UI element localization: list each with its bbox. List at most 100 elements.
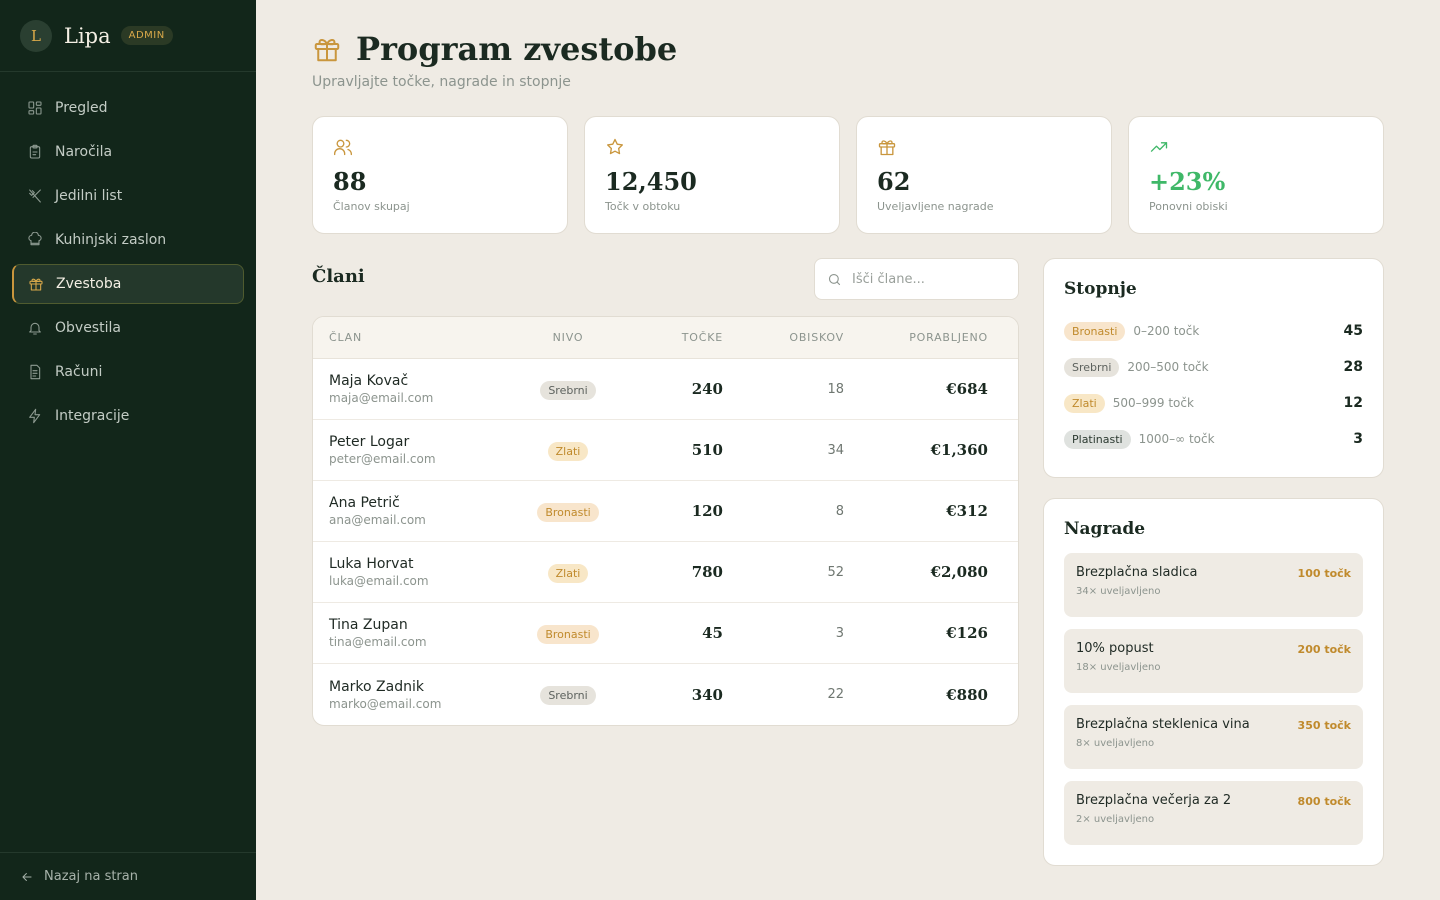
- members-table: ČLAN NIVO TOČKE OBISKOV PORABLJENO Maja …: [312, 316, 1019, 726]
- tier-badge: Srebrni: [1064, 357, 1120, 377]
- tier-row[interactable]: Platinasti 1000–∞ točk 3: [1064, 421, 1363, 457]
- column-header-spent[interactable]: PORABLJENO: [844, 331, 1004, 344]
- sidebar-item-obvestila[interactable]: Obvestila: [12, 308, 244, 348]
- tier-badge: Zlati: [1064, 393, 1105, 413]
- reward-redeemed-count: 34× uveljavljeno: [1076, 586, 1161, 597]
- stat-value: 12,450: [605, 167, 697, 196]
- table-row[interactable]: Maja Kovač maja@email.com Srebrni 240 18 …: [313, 359, 1018, 420]
- member-spent: €2,080: [930, 563, 988, 581]
- member-email: tina@email.com: [329, 635, 427, 649]
- member-points: 120: [691, 502, 723, 520]
- member-spent: €126: [946, 624, 988, 642]
- table-row[interactable]: Tina Zupan tina@email.com Bronasti 45 3 €…: [313, 603, 1018, 664]
- tier-badge: Platinasti: [1064, 429, 1131, 449]
- arrow-left-icon: [22, 872, 32, 881]
- reward-points: 100 točk: [1297, 567, 1351, 580]
- tier-badge: Zlati: [547, 563, 589, 583]
- stat-card-return-visits: +23% Ponovni obiski: [1128, 116, 1384, 234]
- stat-label: Točk v obtoku: [605, 200, 681, 213]
- sidebar-item-pregled[interactable]: Pregled: [12, 88, 244, 128]
- back-to-site-link[interactable]: Nazaj na stran: [0, 852, 256, 900]
- member-visits: 3: [835, 625, 844, 641]
- stats-row: 88 Članov skupaj 12,450 Točk v obtoku 62…: [312, 116, 1384, 234]
- member-visits: 18: [827, 381, 844, 397]
- stat-value: 88: [333, 167, 367, 196]
- chef-hat-icon: [28, 232, 42, 246]
- member-name: Tina Zupan: [329, 617, 408, 633]
- member-spent: €312: [946, 502, 988, 520]
- sidebar-nav: Pregled Naročila Jedilni list Kuhinjski …: [0, 72, 256, 456]
- sidebar-item-label: Jedilni list: [55, 188, 123, 204]
- member-email: ana@email.com: [329, 513, 426, 527]
- reward-item[interactable]: Brezplačna sladica 34× uveljavljeno 100 …: [1064, 553, 1363, 617]
- tier-badge: Srebrni: [540, 686, 596, 705]
- member-email: peter@email.com: [329, 452, 436, 466]
- stat-card-rewards: 62 Uveljavljene nagrade: [856, 116, 1112, 234]
- tiers-card: Stopnje Bronasti 0–200 točk 45 Srebrni 2…: [1043, 258, 1384, 478]
- member-spent: €1,360: [930, 441, 988, 459]
- member-points: 45: [702, 624, 723, 642]
- stat-card-members: 88 Članov skupaj: [312, 116, 568, 234]
- column-header-member[interactable]: ČLAN: [313, 331, 493, 344]
- tier-count: 45: [1343, 323, 1363, 339]
- column-header-tier[interactable]: NIVO: [493, 331, 643, 344]
- brand[interactable]: L Lipa ADMIN: [0, 0, 256, 72]
- tier-badge: Bronasti: [1064, 321, 1126, 341]
- member-email: maja@email.com: [329, 391, 434, 405]
- member-email: marko@email.com: [329, 696, 442, 711]
- grid-icon: [28, 101, 42, 115]
- column-header-visits[interactable]: OBISKOV: [723, 331, 844, 344]
- sidebar-item-label: Integracije: [55, 408, 130, 424]
- stat-value: +23%: [1149, 167, 1226, 196]
- admin-badge: ADMIN: [120, 26, 173, 45]
- table-row[interactable]: Luka Horvat luka@email.com Zlati 780 52 €…: [313, 542, 1018, 603]
- sidebar-item-label: Zvestoba: [56, 276, 122, 292]
- member-email: luka@email.com: [329, 574, 429, 588]
- reward-redeemed-count: 8× uveljavljeno: [1076, 738, 1155, 749]
- reward-redeemed-count: 2× uveljavljeno: [1076, 814, 1155, 825]
- tier-row[interactable]: Zlati 500–999 točk 12: [1064, 385, 1363, 421]
- tier-row[interactable]: Srebrni 200–500 točk 28: [1064, 349, 1363, 385]
- sidebar-item-integracije[interactable]: Integracije: [12, 396, 244, 436]
- stat-label: Ponovni obiski: [1149, 200, 1228, 213]
- table-row[interactable]: Marko Zadnik marko@email.com Srebrni 340 …: [313, 664, 1018, 725]
- bell-icon: [29, 322, 41, 335]
- member-points: 340: [691, 685, 723, 704]
- stat-label: Uveljavljene nagrade: [877, 200, 994, 213]
- gift-icon: [314, 39, 340, 62]
- table-header: ČLAN NIVO TOČKE OBISKOV PORABLJENO: [313, 317, 1018, 359]
- sidebar-item-kuhinjski-zaslon[interactable]: Kuhinjski zaslon: [12, 220, 244, 260]
- member-spent: €684: [946, 380, 988, 398]
- member-name: Ana Petrič: [329, 495, 400, 511]
- members-title: Člani: [312, 266, 365, 287]
- tier-row[interactable]: Bronasti 0–200 točk 45: [1064, 313, 1363, 349]
- member-search[interactable]: [814, 258, 1019, 300]
- sidebar-item-label: Obvestila: [55, 320, 121, 336]
- tier-count: 3: [1353, 431, 1363, 447]
- search-input[interactable]: [852, 271, 1002, 287]
- receipt-icon: [30, 364, 41, 380]
- sidebar-item-racuni[interactable]: Računi: [12, 352, 244, 392]
- rewards-card: Nagrade Brezplačna sladica 34× uveljavlj…: [1043, 498, 1384, 866]
- stat-card-points: 12,450 Točk v obtoku: [584, 116, 840, 234]
- reward-item[interactable]: 10% popust 18× uveljavljeno 200 točk: [1064, 629, 1363, 693]
- member-points: 510: [691, 441, 723, 459]
- stat-label: Članov skupaj: [333, 200, 410, 213]
- reward-points: 200 točk: [1297, 643, 1351, 656]
- member-spent: €880: [946, 685, 988, 704]
- sidebar-item-zvestoba[interactable]: Zvestoba: [12, 264, 244, 304]
- clipboard-icon: [29, 144, 41, 159]
- reward-item[interactable]: Brezplačna steklenica vina 8× uveljavlje…: [1064, 705, 1363, 769]
- brand-name: Lipa: [64, 23, 111, 48]
- column-header-points[interactable]: TOČKE: [643, 331, 723, 344]
- table-row[interactable]: Ana Petrič ana@email.com Bronasti 120 8 €…: [313, 481, 1018, 542]
- table-row[interactable]: Peter Logar peter@email.com Zlati 510 34 …: [313, 420, 1018, 481]
- tier-range: 0–200 točk: [1133, 324, 1200, 338]
- page-header: Program zvestobe: [312, 30, 677, 68]
- sidebar-item-narocila[interactable]: Naročila: [12, 132, 244, 172]
- reward-points: 350 točk: [1297, 719, 1351, 732]
- sidebar-item-jedilni-list[interactable]: Jedilni list: [12, 176, 244, 216]
- trending-up-icon: [1150, 142, 1168, 152]
- reward-item[interactable]: Brezplačna večerja za 2 2× uveljavljeno …: [1064, 781, 1363, 845]
- back-to-site-label: Nazaj na stran: [44, 869, 138, 884]
